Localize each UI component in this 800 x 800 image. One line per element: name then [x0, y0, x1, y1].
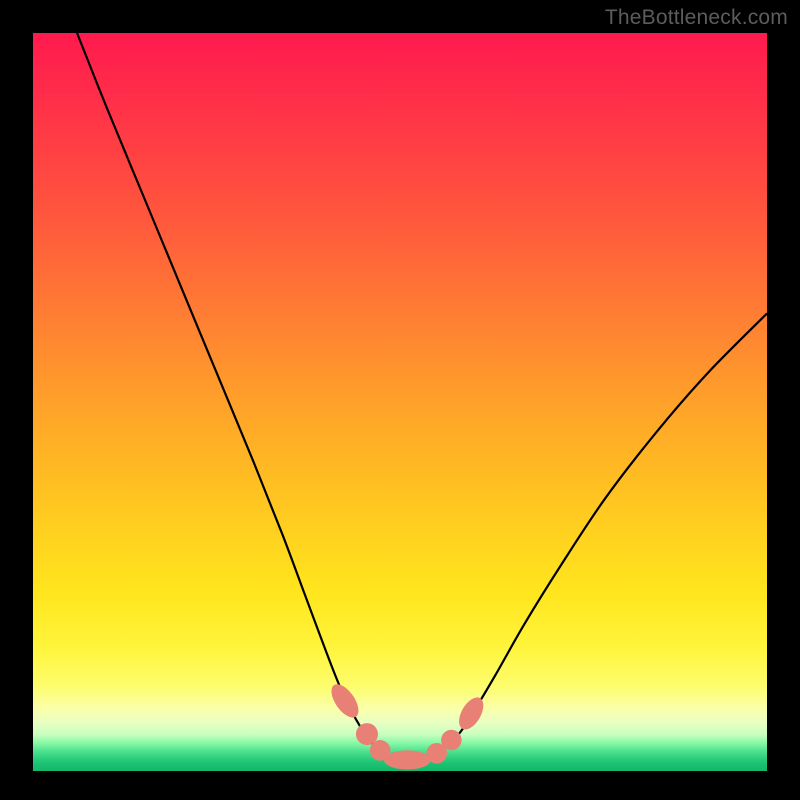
bottleneck-curve-path [77, 33, 767, 761]
chart-plot-area [33, 33, 767, 771]
watermark-text: TheBottleneck.com [605, 6, 788, 30]
chart-marker [454, 693, 488, 733]
chart-marker [384, 750, 431, 769]
chart-marker [326, 680, 364, 722]
chart-svg [33, 33, 767, 771]
chart-curve [77, 33, 767, 761]
chart-marker [441, 730, 462, 751]
chart-markers [326, 680, 488, 770]
chart-frame: TheBottleneck.com [0, 0, 800, 800]
